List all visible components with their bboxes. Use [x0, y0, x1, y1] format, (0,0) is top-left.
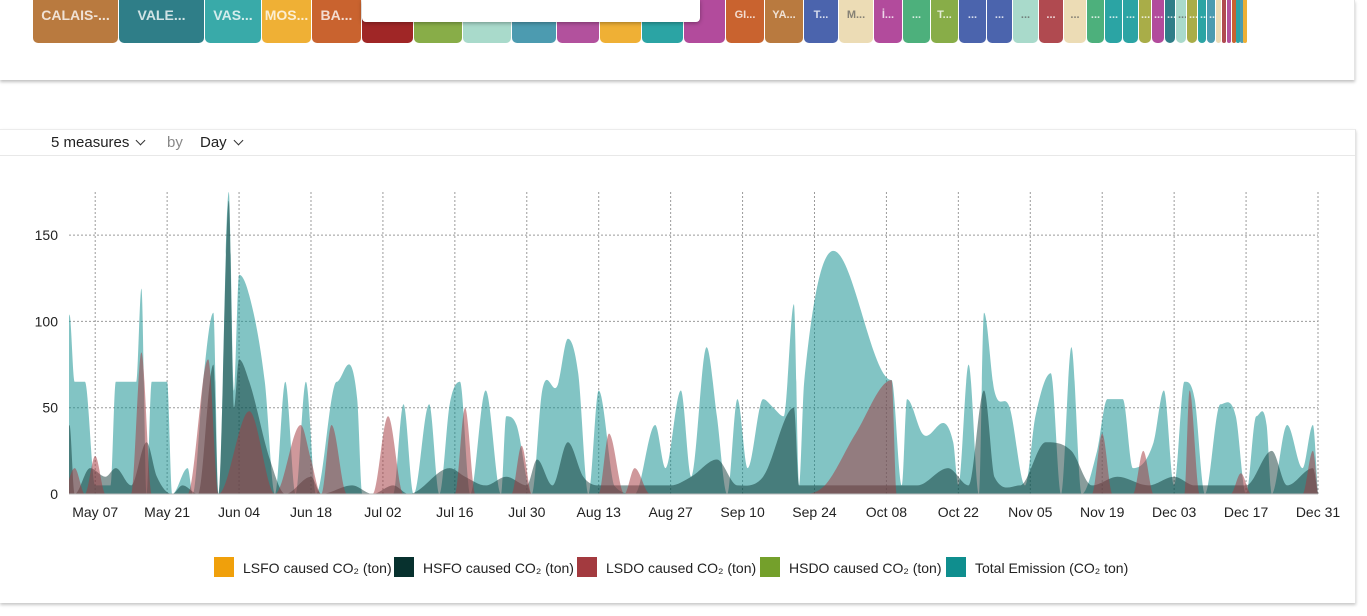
chart-panel: 0 50 100 150 May 07 May 21 Jun 04 Jun 18 Jul 02 J…	[0, 129, 1356, 603]
x-tick-label: Nov 05	[1008, 504, 1053, 520]
treemap-tile[interactable]: ...	[1198, 0, 1206, 43]
treemap-tile[interactable]: ...	[903, 0, 930, 43]
treemap-tile[interactable]: CALAIS-...	[33, 0, 118, 43]
treemap-tile[interactable]	[1222, 0, 1226, 43]
x-tick-label: Jul 02	[364, 504, 402, 520]
treemap-tile[interactable]: ...	[1123, 0, 1138, 43]
treemap-tile[interactable]: YA...	[765, 0, 803, 43]
x-tick-label: Sep 10	[720, 504, 765, 520]
x-tick-label: Oct 22	[938, 504, 979, 520]
treemap-tile[interactable]: MOS...	[262, 0, 311, 43]
chevron-down-icon	[233, 135, 244, 146]
granularity-label: Day	[200, 134, 227, 151]
treemap-tile[interactable]: ...	[959, 0, 986, 43]
legend-swatch	[394, 557, 414, 577]
legend-label: LSDO caused CO₂ (ton)	[606, 560, 757, 576]
legend-swatch	[760, 557, 780, 577]
treemap-tile[interactable]: ...	[1039, 0, 1063, 43]
measures-dropdown[interactable]: 5 measures	[51, 134, 146, 152]
legend-swatch	[946, 557, 966, 577]
treemap-tile[interactable]: BA...	[312, 0, 361, 43]
x-tick-label: Aug 27	[648, 504, 693, 520]
x-tick-label: Oct 08	[866, 504, 907, 520]
x-tick-label: Sep 24	[792, 504, 837, 520]
x-tick-label: Dec 03	[1152, 504, 1197, 520]
treemap-tile[interactable]	[1216, 0, 1221, 43]
treemap-tile[interactable]: GI...	[726, 0, 764, 43]
y-tick-label: 50	[42, 400, 58, 416]
legend-label: HSDO caused CO₂ (ton)	[789, 560, 942, 576]
treemap-tile[interactable]: ...	[1087, 0, 1104, 43]
x-tick-label: Jun 18	[290, 504, 332, 520]
x-tick-label: Jun 04	[218, 504, 260, 520]
treemap-tile[interactable]: VALE...	[119, 0, 204, 43]
by-label: by	[167, 134, 183, 151]
legend-label: LSFO caused CO₂ (ton)	[243, 560, 392, 576]
treemap-tile[interactable]: ...	[1105, 0, 1122, 43]
treemap-tile[interactable]: ...	[1165, 0, 1175, 43]
x-tick-label: Aug 13	[577, 504, 622, 520]
y-tick-label: 0	[50, 486, 58, 502]
treemap-tile[interactable]: ...	[1207, 0, 1215, 43]
treemap-tile[interactable]: ...	[1139, 0, 1151, 43]
treemap-tile[interactable]: ...	[1064, 0, 1086, 43]
measures-label: 5 measures	[51, 134, 130, 151]
legend-swatch	[577, 557, 597, 577]
x-tick-label: Nov 19	[1080, 504, 1125, 520]
legend-label: HSFO caused CO₂ (ton)	[423, 560, 574, 576]
treemap-tile[interactable]	[1227, 0, 1231, 43]
treemap-tile[interactable]: İ...	[874, 0, 902, 43]
treemap-tile[interactable]: ...	[987, 0, 1012, 43]
area-chart: 0 50 100 150 May 07 May 21 Jun 04 Jun 18 Jul 02 J…	[35, 192, 1341, 520]
treemap-tile[interactable]: ...	[1187, 0, 1197, 43]
treemap-panel: CALAIS-...VALE...VAS...MOS...BA...VGI...…	[0, 0, 1355, 80]
x-tick-label: Jul 30	[508, 504, 546, 520]
treemap-tile[interactable]	[1243, 0, 1247, 43]
x-tick-label: Dec 31	[1296, 504, 1341, 520]
y-tick-label: 100	[35, 313, 59, 329]
y-tick-label: 150	[35, 227, 59, 243]
x-tick-label: May 07	[72, 504, 118, 520]
treemap-tile[interactable]: ...	[1152, 0, 1164, 43]
chart-controls: 5 measures by Day	[0, 130, 1355, 156]
legend-label: Total Emission (CO₂ ton)	[975, 560, 1129, 576]
chevron-down-icon	[135, 135, 146, 146]
legend-swatch	[214, 557, 234, 577]
x-tick-label: Dec 17	[1224, 504, 1269, 520]
series-group	[69, 192, 1318, 494]
treemap-tile[interactable]: T...	[931, 0, 958, 43]
treemap-tile[interactable]: T...	[804, 0, 838, 43]
treemap-tile[interactable]: M...	[839, 0, 873, 43]
treemap-tile[interactable]: ...	[1176, 0, 1186, 43]
x-tick-label: May 21	[144, 504, 190, 520]
granularity-dropdown[interactable]: Day	[200, 134, 244, 152]
treemap-tile[interactable]: VAS...	[205, 0, 261, 43]
x-tick-label: Jul 16	[436, 504, 474, 520]
treemap-tile[interactable]: ...	[1013, 0, 1038, 43]
tooltip-card	[362, 0, 700, 22]
